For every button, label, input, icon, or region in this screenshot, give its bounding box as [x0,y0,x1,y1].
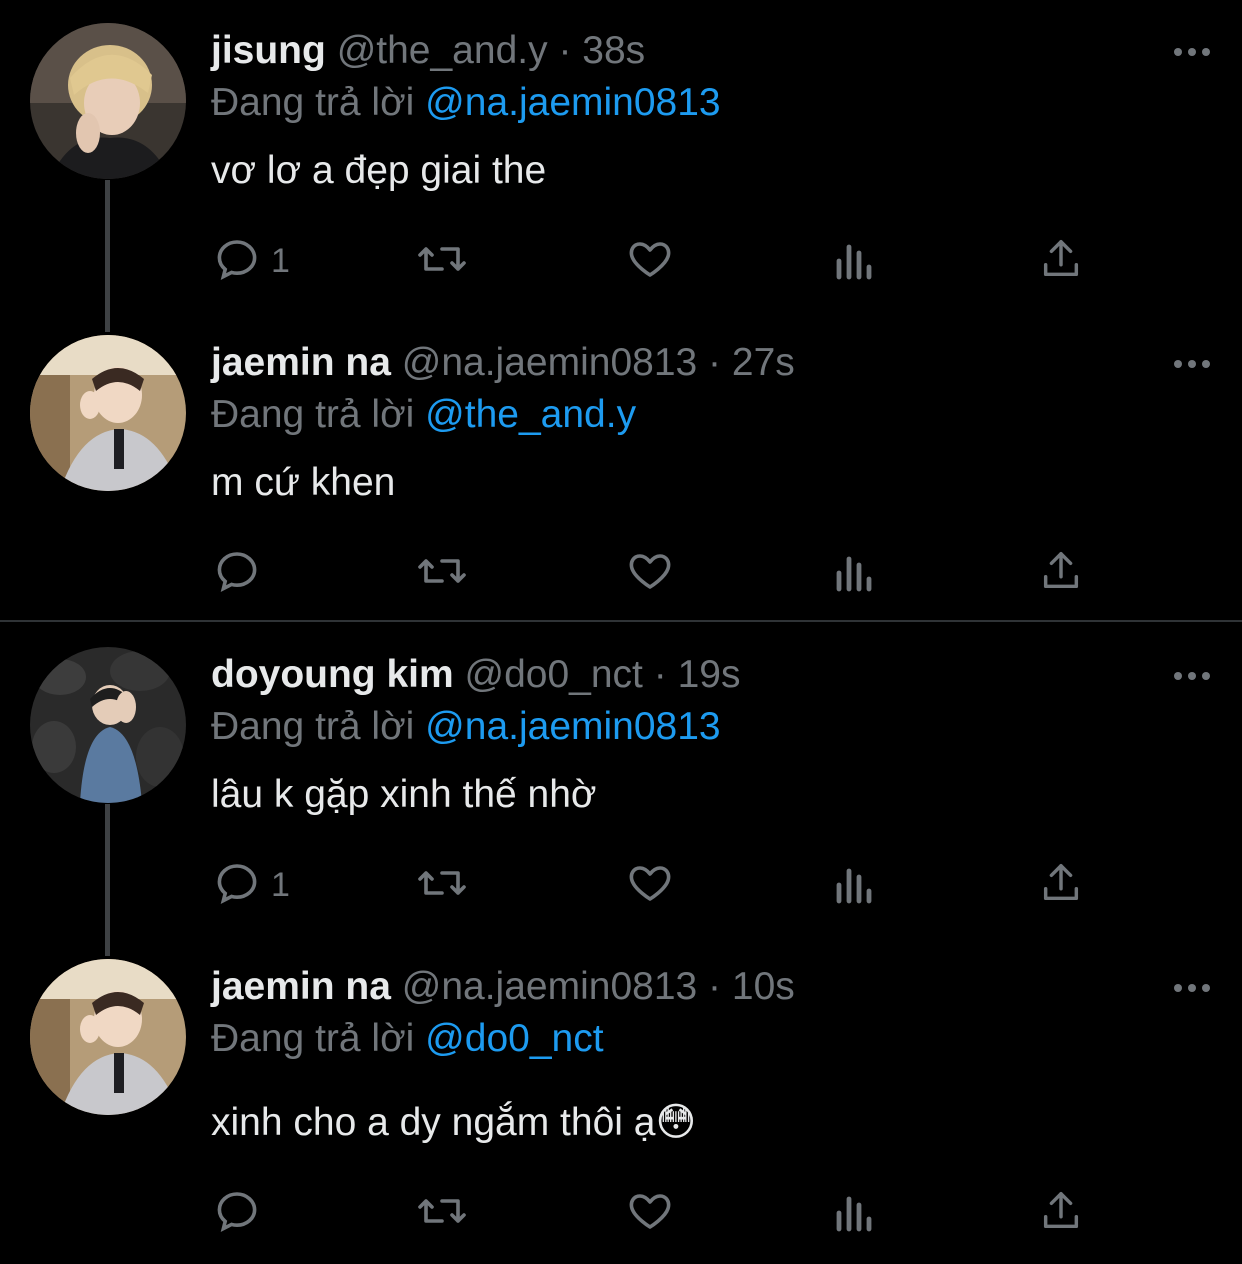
reply-button[interactable] [213,548,271,598]
tweet-4[interactable]: jaemin na @na.jaemin0813 · 10s Đang trả … [0,936,1242,1264]
thread-divider [0,620,1242,622]
more-icon[interactable] [1172,32,1212,62]
timestamp[interactable]: 10s [732,965,795,1008]
replying-to: Đang trả lời @do0_nct [211,1016,604,1062]
analytics-icon [833,859,877,912]
like-button[interactable] [626,1188,674,1238]
reply-icon [213,1187,261,1240]
analytics-icon [833,235,877,288]
retweet-button[interactable] [416,1188,468,1238]
timestamp[interactable]: 19s [678,653,741,696]
display-name[interactable]: jaemin na [211,341,391,384]
heart-icon [626,547,674,600]
retweet-icon [416,1187,468,1240]
mention-link[interactable]: @na.jaemin0813 [425,705,720,748]
reply-count: 1 [271,241,290,280]
share-icon [1038,1187,1084,1240]
separator-dot: · [558,29,572,72]
mention-link[interactable]: @do0_nct [425,1017,603,1060]
retweet-button[interactable] [416,236,468,286]
separator-dot: · [708,965,722,1008]
tweet-header: jaemin na @na.jaemin0813 · 27s [211,340,795,386]
replying-to: Đang trả lời @na.jaemin0813 [211,80,721,126]
share-button[interactable] [1038,548,1084,598]
retweet-button[interactable] [416,860,468,910]
analytics-icon [833,1187,877,1240]
share-button[interactable] [1038,1188,1084,1238]
tweet-text: m cứ khen [211,461,396,504]
views-button[interactable] [833,860,877,910]
analytics-icon [833,547,877,600]
heart-icon [626,1187,674,1240]
reply-button[interactable]: 1 [213,236,290,286]
tweet-2[interactable]: jaemin na @na.jaemin0813 · 27s Đang trả … [0,312,1242,620]
reply-button[interactable] [213,1188,271,1238]
replying-to-label: Đang trả lời [211,705,415,748]
user-handle[interactable]: @na.jaemin0813 [402,965,697,1008]
user-handle[interactable]: @the_and.y [337,29,548,72]
share-icon [1038,859,1084,912]
flushed-emoji: 😳 [655,1101,697,1144]
tweet-text-content: xinh cho a dy ngắm thôi ạ [211,1101,656,1144]
action-bar [0,1188,1242,1238]
share-icon [1038,547,1084,600]
reply-button[interactable]: 1 [213,860,290,910]
retweet-icon [416,547,468,600]
user-handle[interactable]: @na.jaemin0813 [402,341,697,384]
share-button[interactable] [1038,860,1084,910]
views-button[interactable] [833,548,877,598]
separator-dot: · [708,341,722,384]
avatar[interactable] [30,647,186,803]
retweet-icon [416,859,468,912]
heart-icon [626,235,674,288]
tweet-text: vơ lơ a đẹp giai the [211,149,547,192]
like-button[interactable] [626,236,674,286]
display-name[interactable]: jisung [211,29,326,72]
tweet-header: jaemin na @na.jaemin0813 · 10s [211,964,795,1010]
replying-to: Đang trả lời @the_and.y [211,392,636,438]
heart-icon [626,859,674,912]
replying-to-label: Đang trả lời [211,1017,415,1060]
avatar[interactable] [30,23,186,179]
reply-icon [213,235,261,288]
replying-to-label: Đang trả lời [211,393,415,436]
retweet-button[interactable] [416,548,468,598]
share-icon [1038,235,1084,288]
tweet-1[interactable]: jisung @the_and.y · 38s Đang trả lời @na… [0,0,1242,332]
replying-to-label: Đang trả lời [211,81,415,124]
action-bar [0,548,1242,598]
mention-link[interactable]: @na.jaemin0813 [425,81,720,124]
display-name[interactable]: doyoung kim [211,653,454,696]
tweet-text: lâu k gặp xinh thế nhờ [211,773,597,816]
views-button[interactable] [833,1188,877,1238]
views-button[interactable] [833,236,877,286]
user-handle[interactable]: @do0_nct [465,653,643,696]
action-bar: 1 [0,236,1242,286]
tweet-text: xinh cho a dy ngắm thôi ạ😳 [211,1100,696,1146]
tweet-header: jisung @the_and.y · 38s [211,28,645,74]
share-button[interactable] [1038,236,1084,286]
reply-count: 1 [271,865,290,904]
timestamp[interactable]: 38s [582,29,645,72]
mention-link[interactable]: @the_and.y [425,393,636,436]
more-icon[interactable] [1172,344,1212,374]
retweet-icon [416,235,468,288]
like-button[interactable] [626,860,674,910]
more-icon[interactable] [1172,656,1212,686]
avatar[interactable] [30,959,186,1115]
tweet-header: doyoung kim @do0_nct · 19s [211,652,740,698]
tweet-3[interactable]: doyoung kim @do0_nct · 19s Đang trả lời … [0,624,1242,956]
like-button[interactable] [626,548,674,598]
replying-to: Đang trả lời @na.jaemin0813 [211,704,721,750]
reply-icon [213,859,261,912]
display-name[interactable]: jaemin na [211,965,391,1008]
more-icon[interactable] [1172,968,1212,998]
separator-dot: · [653,653,667,696]
timestamp[interactable]: 27s [732,341,795,384]
reply-icon [213,547,261,600]
avatar[interactable] [30,335,186,491]
action-bar: 1 [0,860,1242,910]
